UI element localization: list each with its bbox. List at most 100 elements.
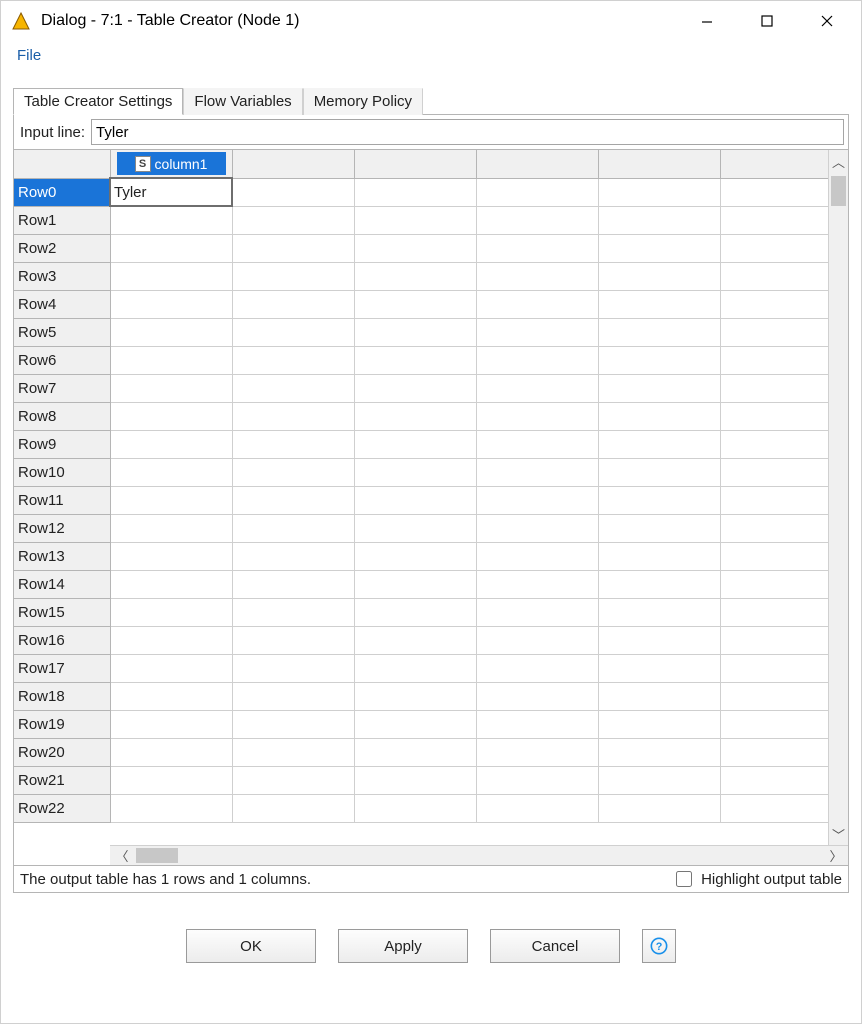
table-row[interactable]: Row13 (14, 542, 828, 570)
cell[interactable] (720, 654, 828, 682)
cell[interactable] (598, 178, 720, 206)
tab-memory-policy[interactable]: Memory Policy (303, 88, 423, 115)
table-row[interactable]: Row12 (14, 514, 828, 542)
cell[interactable] (232, 346, 354, 374)
row-header[interactable]: Row1 (14, 206, 110, 234)
cell[interactable] (720, 318, 828, 346)
cell[interactable] (720, 766, 828, 794)
cell[interactable] (232, 570, 354, 598)
column-header-1[interactable]: S column1 (110, 150, 232, 178)
cell[interactable] (232, 402, 354, 430)
cell[interactable] (598, 542, 720, 570)
cell[interactable] (598, 346, 720, 374)
cell[interactable] (110, 402, 232, 430)
cell[interactable] (476, 486, 598, 514)
cell[interactable] (354, 234, 476, 262)
cell[interactable] (598, 598, 720, 626)
hscroll-track[interactable] (134, 846, 824, 865)
cell[interactable] (110, 458, 232, 486)
table-row[interactable]: Row10 (14, 458, 828, 486)
table-row[interactable]: Row6 (14, 346, 828, 374)
maximize-button[interactable] (737, 3, 797, 39)
cell[interactable] (232, 794, 354, 822)
table-row[interactable]: Row22 (14, 794, 828, 822)
cell[interactable] (476, 346, 598, 374)
row-header[interactable]: Row12 (14, 514, 110, 542)
cell[interactable] (476, 234, 598, 262)
cell[interactable] (110, 346, 232, 374)
cell[interactable] (232, 458, 354, 486)
cell[interactable] (598, 458, 720, 486)
cell[interactable] (476, 682, 598, 710)
table-row[interactable]: Row5 (14, 318, 828, 346)
cell[interactable] (110, 514, 232, 542)
table-row[interactable]: Row7 (14, 374, 828, 402)
column-header-empty[interactable] (232, 150, 354, 178)
scroll-down-icon[interactable]: ﹀ (829, 823, 848, 845)
highlight-output-table-input[interactable] (676, 871, 692, 887)
cell[interactable] (598, 654, 720, 682)
table-row[interactable]: Row19 (14, 710, 828, 738)
cell[interactable] (720, 458, 828, 486)
cell[interactable] (232, 542, 354, 570)
cell[interactable] (476, 290, 598, 318)
cancel-button[interactable]: Cancel (490, 929, 620, 963)
cell[interactable] (476, 542, 598, 570)
cell[interactable] (110, 234, 232, 262)
table-row[interactable]: Row8 (14, 402, 828, 430)
cell[interactable] (110, 682, 232, 710)
cell[interactable] (232, 626, 354, 654)
cell[interactable] (354, 178, 476, 206)
cell[interactable] (598, 234, 720, 262)
row-header[interactable]: Row15 (14, 598, 110, 626)
cell[interactable] (476, 402, 598, 430)
cell[interactable] (232, 598, 354, 626)
cell[interactable] (720, 262, 828, 290)
table-row[interactable]: Row2 (14, 234, 828, 262)
table-row[interactable]: Row1 (14, 206, 828, 234)
corner-header[interactable] (14, 150, 110, 178)
cell[interactable] (354, 710, 476, 738)
cell[interactable] (354, 206, 476, 234)
table-row[interactable]: Row15 (14, 598, 828, 626)
hscroll-thumb[interactable] (136, 848, 178, 863)
row-header[interactable]: Row7 (14, 374, 110, 402)
cell[interactable] (476, 626, 598, 654)
cell[interactable] (354, 290, 476, 318)
cell[interactable] (354, 402, 476, 430)
data-table[interactable]: S column1 Row0TylerRow1Row2Row3Row4Row5R… (14, 150, 828, 823)
cell[interactable] (720, 234, 828, 262)
cell[interactable] (476, 458, 598, 486)
cell[interactable] (598, 766, 720, 794)
cell[interactable] (110, 430, 232, 458)
table-row[interactable]: Row21 (14, 766, 828, 794)
cell[interactable] (354, 570, 476, 598)
cell[interactable] (354, 654, 476, 682)
cell[interactable] (354, 430, 476, 458)
cell[interactable] (110, 374, 232, 402)
input-line-field[interactable] (91, 119, 844, 145)
cell[interactable] (354, 486, 476, 514)
table-row[interactable]: Row4 (14, 290, 828, 318)
cell[interactable] (720, 206, 828, 234)
cell[interactable] (476, 318, 598, 346)
table-row[interactable]: Row11 (14, 486, 828, 514)
cell[interactable] (110, 738, 232, 766)
cell[interactable] (598, 262, 720, 290)
row-header[interactable]: Row13 (14, 542, 110, 570)
column-header-empty[interactable] (354, 150, 476, 178)
cell[interactable] (598, 570, 720, 598)
ok-button[interactable]: OK (186, 929, 316, 963)
cell[interactable] (110, 542, 232, 570)
cell[interactable] (110, 570, 232, 598)
cell[interactable] (476, 206, 598, 234)
cell[interactable] (476, 570, 598, 598)
cell[interactable] (354, 626, 476, 654)
cell[interactable] (720, 738, 828, 766)
cell[interactable] (720, 710, 828, 738)
cell[interactable] (354, 262, 476, 290)
vertical-scrollbar[interactable]: ︿ ﹀ (828, 150, 848, 845)
table-row[interactable]: Row9 (14, 430, 828, 458)
cell[interactable] (232, 486, 354, 514)
highlight-output-table-checkbox[interactable]: Highlight output table (672, 868, 842, 890)
